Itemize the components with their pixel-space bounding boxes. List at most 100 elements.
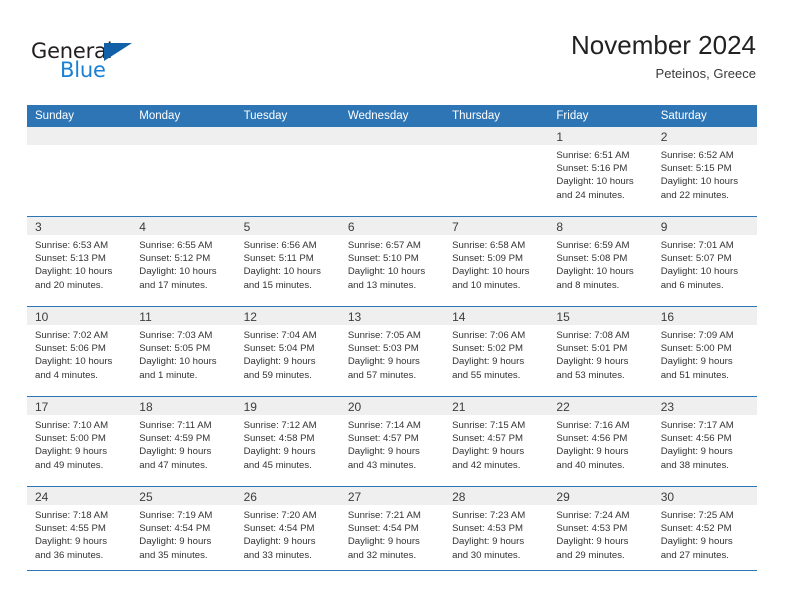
day-cell-content: 18 Sunrise: 7:11 AM Sunset: 4:59 PM Dayligh…: [131, 397, 236, 486]
calendar-day-cell[interactable]: [235, 127, 340, 217]
sunset-time: Sunset: 5:05 PM: [139, 343, 211, 355]
daylight-duration-line2: and 13 minutes.: [347, 279, 417, 291]
day-number-band: 27: [339, 487, 445, 505]
calendar-day-cell[interactable]: 8 Sunrise: 6:59 AM Sunset: 5:08 PM Daylight…: [548, 216, 653, 307]
general-blue-logo[interactable]: General Blue: [31, 39, 146, 85]
weekday-header-thursday: Thursday: [444, 105, 549, 127]
calendar-day-cell[interactable]: 28 Sunrise: 7:23 AM Sunset: 4:53 PM Dayligh…: [444, 486, 549, 576]
day-cell-content: [339, 127, 445, 216]
day-details: Sunrise: 7:21 AM Sunset: 4:54 PM Daylight:…: [340, 505, 444, 562]
day-number-band: 24: [27, 487, 132, 505]
sunrise-time: Sunrise: 7:21 AM: [347, 510, 421, 521]
sunset-time: Sunset: 5:04 PM: [243, 343, 315, 355]
calendar-day-cell[interactable]: 12 Sunrise: 7:04 AM Sunset: 5:04 PM Dayligh…: [235, 306, 340, 397]
calendar-day-cell[interactable]: [339, 127, 445, 217]
calendar-day-cell[interactable]: 2 Sunrise: 6:52 AM Sunset: 5:15 PM Daylight…: [652, 127, 757, 217]
calendar-day-cell[interactable]: 11 Sunrise: 7:03 AM Sunset: 5:05 PM Dayligh…: [131, 306, 236, 397]
sunrise-time: Sunrise: 7:20 AM: [243, 510, 317, 521]
calendar-day-cell[interactable]: 1 Sunrise: 6:51 AM Sunset: 5:16 PM Daylight…: [548, 127, 653, 217]
day-cell-content: [27, 127, 132, 216]
day-number-band: 23: [652, 397, 757, 415]
day-cell-content: 21 Sunrise: 7:15 AM Sunset: 4:57 PM Dayligh…: [444, 397, 549, 486]
calendar-day-cell[interactable]: 19 Sunrise: 7:12 AM Sunset: 4:58 PM Dayligh…: [235, 396, 340, 487]
day-details: Sunrise: 6:58 AM Sunset: 5:09 PM Daylight:…: [444, 235, 548, 292]
weekday-header-wednesday: Wednesday: [339, 105, 445, 127]
day-details: Sunrise: 7:19 AM Sunset: 4:54 PM Daylight:…: [131, 505, 235, 562]
calendar-day-cell[interactable]: 7 Sunrise: 6:58 AM Sunset: 5:09 PM Daylight…: [444, 216, 549, 307]
daylight-duration-line1: Daylight: 9 hours: [347, 536, 420, 548]
daylight-duration-line2: and 43 minutes.: [347, 459, 417, 471]
calendar-day-cell[interactable]: 14 Sunrise: 7:06 AM Sunset: 5:02 PM Dayligh…: [444, 306, 549, 397]
calendar-day-cell[interactable]: 21 Sunrise: 7:15 AM Sunset: 4:57 PM Dayligh…: [444, 396, 549, 487]
day-details: Sunrise: 7:23 AM Sunset: 4:53 PM Daylight:…: [444, 505, 548, 562]
sunrise-time: Sunrise: 7:06 AM: [452, 330, 526, 341]
calendar-day-cell[interactable]: 26 Sunrise: 7:20 AM Sunset: 4:54 PM Dayligh…: [235, 486, 340, 576]
day-number-band: 21: [444, 397, 549, 415]
day-cell-content: 15 Sunrise: 7:08 AM Sunset: 5:01 PM Dayligh…: [548, 307, 653, 396]
day-number: 5: [243, 220, 251, 234]
calendar-day-cell[interactable]: 15 Sunrise: 7:08 AM Sunset: 5:01 PM Dayligh…: [548, 306, 653, 397]
daylight-duration-line1: Daylight: 9 hours: [35, 446, 107, 458]
sunrise-time: Sunrise: 7:05 AM: [347, 330, 421, 341]
sunset-time: Sunset: 5:07 PM: [660, 253, 732, 265]
calendar-day-cell[interactable]: [27, 127, 132, 217]
day-details: Sunrise: 7:18 AM Sunset: 4:55 PM Daylight:…: [27, 505, 131, 562]
daylight-duration-line2: and 30 minutes.: [452, 549, 521, 561]
day-number-band: [444, 127, 549, 145]
calendar-day-cell[interactable]: [131, 127, 236, 217]
calendar-day-cell[interactable]: 29 Sunrise: 7:24 AM Sunset: 4:53 PM Dayligh…: [548, 486, 653, 576]
day-number-band: 4: [131, 217, 236, 235]
daylight-duration-line1: Daylight: 9 hours: [347, 356, 420, 368]
daylight-duration-line1: Daylight: 9 hours: [243, 536, 316, 548]
calendar-day-cell[interactable]: 18 Sunrise: 7:11 AM Sunset: 4:59 PM Dayligh…: [131, 396, 236, 487]
day-number: 15: [556, 310, 570, 324]
daylight-duration-line2: and 55 minutes.: [452, 369, 521, 381]
calendar-day-cell[interactable]: 30 Sunrise: 7:25 AM Sunset: 4:52 PM Dayligh…: [652, 486, 757, 576]
sunset-time: Sunset: 4:54 PM: [139, 523, 211, 535]
sunset-time: Sunset: 4:54 PM: [347, 523, 419, 535]
daylight-duration-line2: and 10 minutes.: [452, 279, 521, 291]
day-cell-content: [444, 127, 549, 216]
calendar-day-cell[interactable]: 16 Sunrise: 7:09 AM Sunset: 5:00 PM Dayligh…: [652, 306, 757, 397]
calendar-day-cell[interactable]: 23 Sunrise: 7:17 AM Sunset: 4:56 PM Dayligh…: [652, 396, 757, 487]
day-number-band: 13: [339, 307, 445, 325]
calendar-day-cell[interactable]: 9 Sunrise: 7:01 AM Sunset: 5:07 PM Daylight…: [652, 216, 757, 307]
calendar-day-cell[interactable]: 10 Sunrise: 7:02 AM Sunset: 5:06 PM Dayligh…: [27, 306, 132, 397]
calendar-day-cell[interactable]: 27 Sunrise: 7:21 AM Sunset: 4:54 PM Dayligh…: [339, 486, 445, 576]
sunrise-time: Sunrise: 6:59 AM: [556, 240, 630, 251]
sunrise-time: Sunrise: 7:11 AM: [139, 420, 212, 431]
day-details: Sunrise: 7:09 AM Sunset: 5:00 PM Daylight:…: [653, 325, 757, 382]
daylight-duration-line1: Daylight: 10 hours: [243, 266, 321, 278]
sunset-time: Sunset: 4:57 PM: [347, 433, 419, 445]
sunrise-time: Sunrise: 7:02 AM: [35, 330, 109, 341]
calendar-day-cell[interactable]: 5 Sunrise: 6:56 AM Sunset: 5:11 PM Daylight…: [235, 216, 340, 307]
day-cell-content: 30 Sunrise: 7:25 AM Sunset: 4:52 PM Dayligh…: [652, 487, 757, 576]
calendar-day-cell[interactable]: 22 Sunrise: 7:16 AM Sunset: 4:56 PM Dayligh…: [548, 396, 653, 487]
calendar-day-cell[interactable]: 6 Sunrise: 6:57 AM Sunset: 5:10 PM Daylight…: [339, 216, 445, 307]
day-number-band: 7: [444, 217, 549, 235]
calendar-day-cell[interactable]: 24 Sunrise: 7:18 AM Sunset: 4:55 PM Dayligh…: [27, 486, 132, 576]
calendar-week-row: 24 Sunrise: 7:18 AM Sunset: 4:55 PM Dayligh…: [27, 486, 757, 576]
sunset-time: Sunset: 5:16 PM: [556, 163, 628, 175]
sunset-time: Sunset: 4:59 PM: [139, 433, 211, 445]
calendar-day-cell[interactable]: 3 Sunrise: 6:53 AM Sunset: 5:13 PM Daylight…: [27, 216, 132, 307]
calendar-day-cell[interactable]: 25 Sunrise: 7:19 AM Sunset: 4:54 PM Dayligh…: [131, 486, 236, 576]
calendar-day-cell[interactable]: 17 Sunrise: 7:10 AM Sunset: 5:00 PM Dayligh…: [27, 396, 132, 487]
sunrise-time: Sunrise: 7:18 AM: [35, 510, 109, 521]
daylight-duration-line1: Daylight: 9 hours: [243, 356, 316, 368]
calendar-day-cell[interactable]: 20 Sunrise: 7:14 AM Sunset: 4:57 PM Dayligh…: [339, 396, 445, 487]
calendar-day-cell[interactable]: 4 Sunrise: 6:55 AM Sunset: 5:12 PM Daylight…: [131, 216, 236, 307]
daylight-duration-line1: Daylight: 10 hours: [556, 176, 634, 188]
sunset-time: Sunset: 4:56 PM: [556, 433, 628, 445]
daylight-duration-line1: Daylight: 9 hours: [347, 446, 420, 458]
day-number: 22: [556, 400, 570, 414]
sunset-time: Sunset: 5:06 PM: [35, 343, 106, 355]
calendar-day-cell[interactable]: [444, 127, 549, 217]
calendar-week-row: 17 Sunrise: 7:10 AM Sunset: 5:00 PM Dayligh…: [27, 396, 757, 487]
sunrise-time: Sunrise: 6:58 AM: [452, 240, 526, 251]
day-number-band: 6: [339, 217, 445, 235]
calendar-day-cell[interactable]: 13 Sunrise: 7:05 AM Sunset: 5:03 PM Dayligh…: [339, 306, 445, 397]
day-number: 21: [452, 400, 466, 414]
sunrise-time: Sunrise: 7:25 AM: [660, 510, 734, 521]
sunrise-time: Sunrise: 7:19 AM: [139, 510, 213, 521]
